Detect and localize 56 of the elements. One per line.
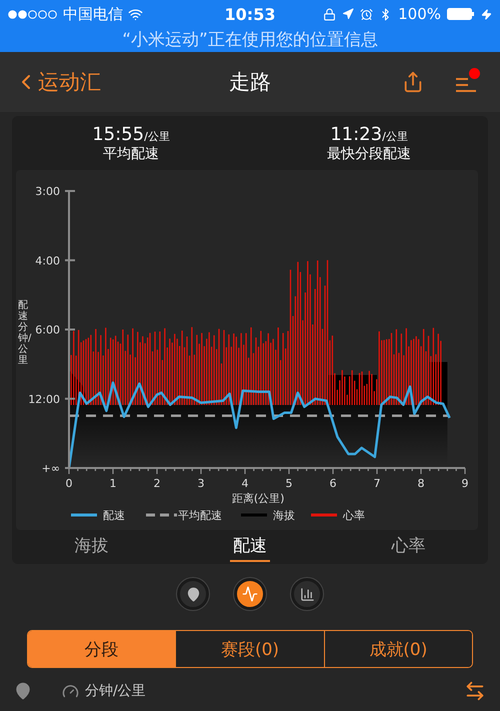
lock-icon xyxy=(323,8,336,20)
carrier-name: 中国电信 xyxy=(63,4,123,24)
alarm-icon xyxy=(360,8,374,20)
signal-icon xyxy=(8,10,58,18)
x-tick-label: 9 xyxy=(462,477,468,490)
chart-tab[interactable]: 海拔 xyxy=(12,532,171,562)
back-button[interactable]: 运动汇 xyxy=(14,68,101,96)
x-tick-label: 0 xyxy=(66,477,72,490)
y-tick-label: 12:00 xyxy=(28,392,60,406)
y-tick-label: 3:00 xyxy=(35,185,60,198)
unit-label: 分钟/公里 xyxy=(85,682,146,700)
wifi-icon xyxy=(128,6,143,22)
clock-time: 10:53 xyxy=(224,4,276,24)
y-tick-label: +∞ xyxy=(42,462,60,475)
x-tick-label: 1 xyxy=(110,477,116,490)
location-banner-text: “小米运动”正在使用您的位置信息 xyxy=(122,29,378,51)
segment-tab[interactable]: 赛段(0) xyxy=(175,631,324,667)
segment-tab[interactable]: 成就(0) xyxy=(324,631,472,667)
x-tick-label: 4 xyxy=(242,477,248,490)
share-button[interactable] xyxy=(402,71,424,93)
page-title: 走路 xyxy=(229,69,271,96)
x-tick-label: 7 xyxy=(374,477,380,490)
stat-unit: /公里 xyxy=(382,130,408,142)
x-tick-label: 8 xyxy=(418,477,424,490)
location-arrow-icon xyxy=(342,8,354,20)
charging-icon xyxy=(481,8,492,20)
stat-value: 15:55 xyxy=(92,124,144,144)
bar-chart-icon xyxy=(300,586,314,602)
stat-label: 平均配速 xyxy=(103,144,159,162)
stat-unit: /公里 xyxy=(144,130,170,142)
view-toggle-button[interactable] xyxy=(291,578,323,610)
chart-tab[interactable]: 心率 xyxy=(329,532,488,562)
stat-label: 最快分段配速 xyxy=(327,144,411,162)
view-toggle-button[interactable] xyxy=(234,578,266,610)
battery-icon xyxy=(447,8,475,20)
x-tick-label: 5 xyxy=(286,477,292,490)
legend-label: 配速 xyxy=(103,509,125,522)
battery-percent: 100% xyxy=(398,5,441,23)
chart-tab[interactable]: 配速 xyxy=(170,532,330,562)
legend-label: 海拔 xyxy=(273,509,295,522)
swap-icon xyxy=(464,680,486,702)
y-tick-label: 4:00 xyxy=(35,254,60,268)
view-toggle-button[interactable] xyxy=(177,578,209,610)
pin-icon xyxy=(186,586,200,602)
pulse-icon xyxy=(242,586,258,602)
x-axis-label: 距离(公里) xyxy=(232,492,284,505)
x-tick-label: 2 xyxy=(154,477,160,490)
y-tick-label: 6:00 xyxy=(35,324,60,336)
segment-tab[interactable]: 分段 xyxy=(28,631,176,667)
x-tick-label: 3 xyxy=(198,477,204,490)
gauge-icon xyxy=(62,682,79,700)
pin-icon xyxy=(14,682,32,700)
legend-label: 心率 xyxy=(343,509,365,522)
stat-value: 11:23 xyxy=(330,124,382,144)
x-tick-label: 6 xyxy=(330,477,336,490)
legend-label: 平均配速 xyxy=(178,509,222,522)
